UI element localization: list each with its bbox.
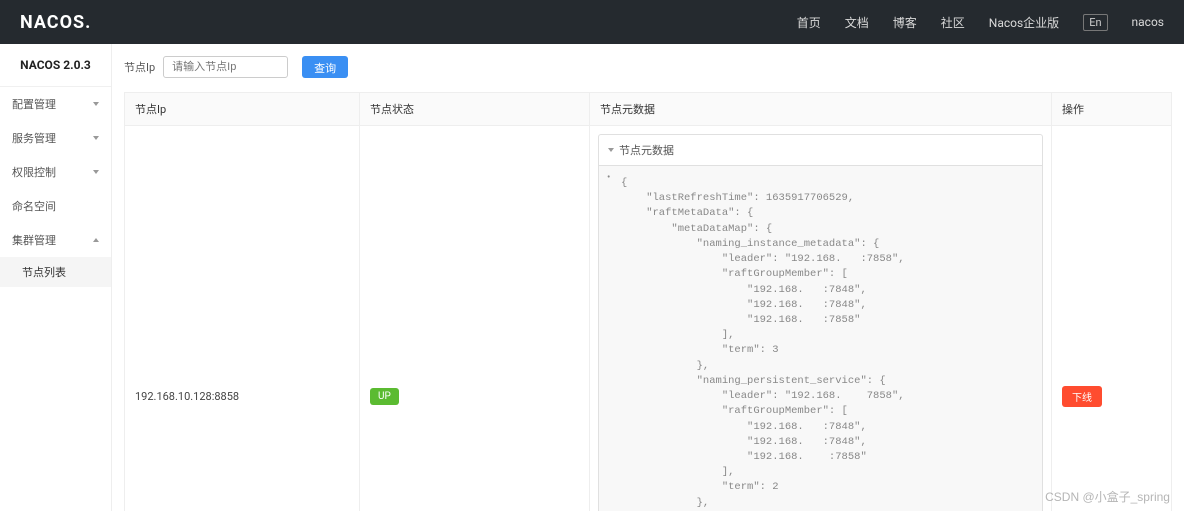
- nav-community[interactable]: 社区: [941, 14, 965, 31]
- cell-operation: 下线: [1052, 126, 1172, 511]
- chevron-down-icon: [93, 170, 99, 174]
- cell-ip: 192.168.10.128:8858: [125, 126, 360, 511]
- main-container: NACOS 2.0.3 配置管理 服务管理 权限控制 命名空间 集群管理 节点列…: [0, 44, 1184, 511]
- sidebar-item-label: 权限控制: [12, 164, 56, 180]
- chevron-down-icon: [608, 148, 614, 152]
- cell-status: UP: [360, 126, 590, 511]
- sidebar-item-auth[interactable]: 权限控制: [0, 155, 111, 189]
- nav-blog[interactable]: 博客: [893, 14, 917, 31]
- nav-user[interactable]: nacos: [1132, 15, 1164, 29]
- sidebar-subitem-nodelist[interactable]: 节点列表: [0, 257, 111, 287]
- lang-switch[interactable]: En: [1083, 14, 1107, 31]
- node-ip-input[interactable]: [163, 56, 288, 78]
- sidebar-item-label: 节点列表: [22, 266, 66, 279]
- chevron-up-icon: [93, 238, 99, 242]
- node-table: 节点Ip 节点状态 节点元数据 操作 192.168.10.128:8858 U…: [124, 92, 1172, 511]
- sidebar-item-namespace[interactable]: 命名空间: [0, 189, 111, 223]
- nav-docs[interactable]: 文档: [845, 14, 869, 31]
- metadata-panel-body: { "lastRefreshTime": 1635917706529, "raf…: [599, 166, 1042, 511]
- logo-text: NACOS: [20, 12, 85, 33]
- metadata-panel-header[interactable]: 节点元数据: [599, 135, 1042, 166]
- table-header-row: 节点Ip 节点状态 节点元数据 操作: [125, 93, 1172, 126]
- sidebar-item-label: 服务管理: [12, 130, 56, 146]
- cell-metadata: 节点元数据 { "lastRefreshTime": 1635917706529…: [590, 126, 1052, 511]
- toolbar: 节点Ip 查询: [124, 56, 1172, 78]
- chevron-down-icon: [93, 136, 99, 140]
- metadata-panel: 节点元数据 { "lastRefreshTime": 1635917706529…: [598, 134, 1043, 511]
- th-ip: 节点Ip: [125, 93, 360, 126]
- sidebar-item-config[interactable]: 配置管理: [0, 87, 111, 121]
- chevron-down-icon: [93, 102, 99, 106]
- sidebar-item-cluster[interactable]: 集群管理: [0, 223, 111, 257]
- th-status: 节点状态: [360, 93, 590, 126]
- logo-dot: .: [85, 12, 91, 33]
- nav-home[interactable]: 首页: [797, 14, 821, 31]
- top-header: NACOS. 首页 文档 博客 社区 Nacos企业版 En nacos: [0, 0, 1184, 44]
- search-button[interactable]: 查询: [302, 56, 348, 78]
- table-row: 192.168.10.128:8858 UP 节点元数据 { "lastRefr…: [125, 126, 1172, 511]
- node-ip-label: 节点Ip: [124, 59, 155, 75]
- sidebar: NACOS 2.0.3 配置管理 服务管理 权限控制 命名空间 集群管理 节点列…: [0, 44, 112, 511]
- top-nav: 首页 文档 博客 社区 Nacos企业版 En nacos: [797, 14, 1164, 31]
- sidebar-item-label: 配置管理: [12, 96, 56, 112]
- th-operation: 操作: [1052, 93, 1172, 126]
- main-content: 节点Ip 查询 节点Ip 节点状态 节点元数据 操作 192.168.10.12…: [112, 44, 1184, 511]
- sidebar-item-label: 命名空间: [12, 198, 56, 214]
- nav-enterprise[interactable]: Nacos企业版: [989, 14, 1059, 31]
- sidebar-item-service[interactable]: 服务管理: [0, 121, 111, 155]
- logo: NACOS.: [20, 12, 91, 33]
- offline-button[interactable]: 下线: [1062, 386, 1102, 407]
- metadata-panel-title: 节点元数据: [619, 142, 674, 158]
- status-badge-up: UP: [370, 388, 399, 405]
- version-label: NACOS 2.0.3: [0, 44, 111, 87]
- th-metadata: 节点元数据: [590, 93, 1052, 126]
- sidebar-item-label: 集群管理: [12, 232, 56, 248]
- metadata-json: { "lastRefreshTime": 1635917706529, "raf…: [603, 174, 1038, 511]
